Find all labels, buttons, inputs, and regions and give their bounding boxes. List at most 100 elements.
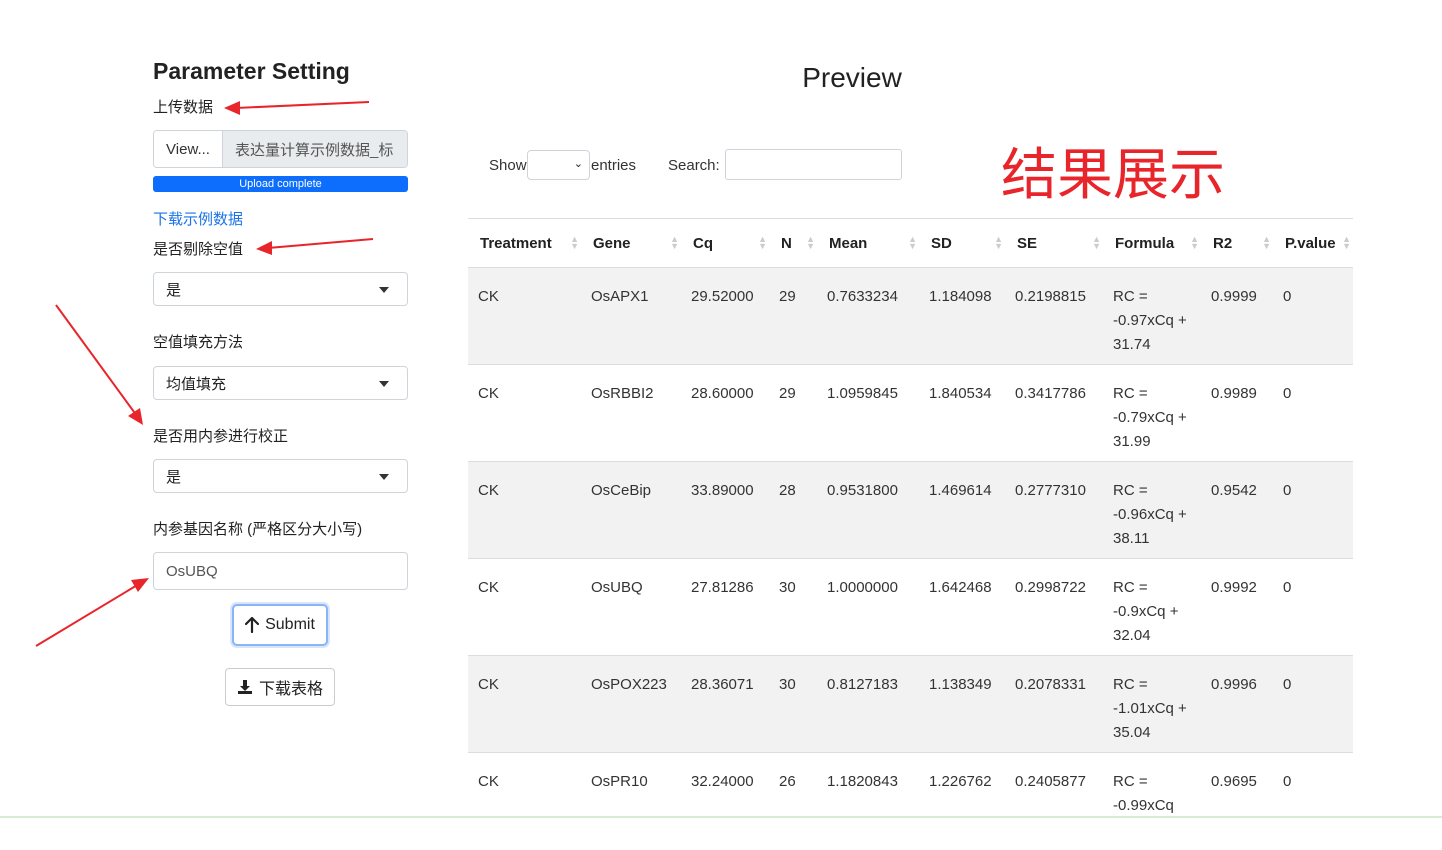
table-cell: 0.9996: [1201, 655, 1273, 753]
table-cell: CK: [468, 655, 581, 753]
chevron-down-icon: ⌄: [573, 158, 583, 170]
calibrate-label: 是否用内参进行校正: [153, 428, 289, 445]
table-cell: 1.184098: [919, 267, 1005, 365]
fill-method-select[interactable]: 均值填充: [153, 366, 408, 400]
show-label: Show: [489, 157, 527, 174]
remove-empty-select[interactable]: 是: [153, 272, 408, 306]
table-cell: 1.469614: [919, 461, 1005, 559]
ref-gene-label: 内参基因名称 (严格区分大小写): [153, 521, 363, 538]
sort-icon: ▲ ▼: [994, 234, 1003, 251]
table-cell: OsPOX223: [581, 655, 681, 753]
table-cell: 0.3417786: [1005, 364, 1103, 462]
table-cell: 0.2405877: [1005, 752, 1103, 850]
submit-button[interactable]: Submit: [232, 604, 328, 646]
caret-down-icon: [379, 287, 389, 293]
table-cell: 0: [1273, 461, 1353, 559]
table-row: CK OsAPX1 29.52000 29 0.7633234 1.184098…: [468, 267, 1353, 365]
column-header[interactable]: R2 ▲ ▼: [1201, 218, 1273, 268]
table-cell: 29: [769, 267, 817, 365]
table-cell: OsCeBip: [581, 461, 681, 559]
table-row: CK OsPOX223 28.36071 30 0.8127183 1.1383…: [468, 655, 1353, 753]
table-cell: 0: [1273, 752, 1353, 850]
table-cell: 0.9989: [1201, 364, 1273, 462]
table-row: CK OsCeBip 33.89000 28 0.9531800 1.46961…: [468, 461, 1353, 559]
upload-label: 上传数据: [153, 99, 214, 116]
table-cell: RC = -0.9xCq + 32.04: [1103, 558, 1201, 656]
submit-label: Submit: [265, 616, 315, 633]
sort-icon: ▲ ▼: [670, 234, 679, 251]
column-header[interactable]: Cq ▲ ▼: [681, 218, 769, 268]
entries-label: entries: [591, 157, 637, 174]
column-header[interactable]: Mean ▲ ▼: [817, 218, 919, 268]
column-header[interactable]: SD ▲ ▼: [919, 218, 1005, 268]
ref-gene-input[interactable]: OsUBQ: [153, 552, 408, 590]
remove-empty-value: 是: [166, 281, 182, 299]
search-label: Search:: [668, 157, 720, 174]
table-cell: 0.9999: [1201, 267, 1273, 365]
column-header[interactable]: Gene ▲ ▼: [581, 218, 681, 268]
table-cell: 0: [1273, 267, 1353, 365]
table-cell: 0.2777310: [1005, 461, 1103, 559]
table-cell: RC = -0.99xCq: [1103, 752, 1201, 850]
column-header[interactable]: P.value ▲ ▼: [1273, 218, 1353, 268]
column-header[interactable]: N ▲ ▼: [769, 218, 817, 268]
download-table-button[interactable]: 下载表格: [225, 668, 335, 706]
sidebar-title: Parameter Setting: [153, 58, 350, 84]
preview-title: Preview: [802, 62, 902, 93]
table-cell: OsUBQ: [581, 558, 681, 656]
table-cell: OsPR10: [581, 752, 681, 850]
results-table: Treatment ▲ ▼ Gene ▲ ▼ Cq ▲ ▼ N ▲ ▼ Mean ▲ ▼ SD ▲ ▼ …: [468, 218, 1353, 850]
column-header[interactable]: Treatment ▲ ▼: [468, 218, 581, 268]
table-cell: 1.226762: [919, 752, 1005, 850]
table-cell: 0: [1273, 364, 1353, 462]
table-cell: 0.9992: [1201, 558, 1273, 656]
sort-icon: ▲ ▼: [908, 234, 917, 251]
table-cell: CK: [468, 364, 581, 462]
table-cell: 33.89000: [681, 461, 769, 559]
table-cell: OsAPX1: [581, 267, 681, 365]
sort-icon: ▲ ▼: [1262, 234, 1271, 251]
table-cell: 28.60000: [681, 364, 769, 462]
table-cell: CK: [468, 752, 581, 850]
table-cell: 0.2078331: [1005, 655, 1103, 753]
table-row: CK OsPR10 32.24000 26 1.1820843 1.226762…: [468, 752, 1353, 850]
caret-down-icon: [379, 381, 389, 387]
table-cell: RC = -1.01xCq + 35.04: [1103, 655, 1201, 753]
calibrate-value: 是: [166, 468, 182, 486]
table-row: CK OsRBBI2 28.60000 29 1.0959845 1.84053…: [468, 364, 1353, 462]
table-cell: 0.9542: [1201, 461, 1273, 559]
download-icon: [237, 679, 253, 695]
table-cell: RC = -0.96xCq + 38.11: [1103, 461, 1201, 559]
table-cell: CK: [468, 267, 581, 365]
table-cell: CK: [468, 461, 581, 559]
search-input[interactable]: [725, 149, 902, 180]
file-upload-field[interactable]: View... 表达量计算示例数据_标: [153, 130, 408, 168]
table-row: CK OsUBQ 27.81286 30 1.0000000 1.642468 …: [468, 558, 1353, 656]
table-cell: 0.8127183: [817, 655, 919, 753]
table-cell: 0.7633234: [817, 267, 919, 365]
download-sample-link[interactable]: 下载示例数据: [153, 208, 243, 229]
fill-method-value: 均值填充: [166, 375, 227, 393]
table-cell: 29.52000: [681, 267, 769, 365]
table-cell: 0.9695: [1201, 752, 1273, 850]
table-cell: 28: [769, 461, 817, 559]
browse-button[interactable]: View...: [154, 131, 223, 167]
column-header[interactable]: Formula ▲ ▼: [1103, 218, 1201, 268]
caret-down-icon: [379, 474, 389, 480]
table-cell: 0: [1273, 655, 1353, 753]
table-cell: 27.81286: [681, 558, 769, 656]
table-cell: CK: [468, 558, 581, 656]
sort-icon: ▲ ▼: [1190, 234, 1199, 251]
column-header[interactable]: SE ▲ ▼: [1005, 218, 1103, 268]
sort-icon: ▲ ▼: [1092, 234, 1101, 251]
arrow-up-icon: [245, 617, 260, 633]
table-cell: 0.9531800: [817, 461, 919, 559]
calibrate-select[interactable]: 是: [153, 459, 408, 493]
table-cell: RC = -0.79xCq + 31.99: [1103, 364, 1201, 462]
download-label: 下载表格: [258, 681, 323, 698]
table-header-row: Treatment ▲ ▼ Gene ▲ ▼ Cq ▲ ▼ N ▲ ▼ Mean ▲ ▼ SD ▲ ▼ …: [468, 218, 1353, 268]
entries-select[interactable]: ⌄: [527, 150, 590, 180]
table-cell: 1.1820843: [817, 752, 919, 850]
upload-progress-bar: Upload complete: [153, 176, 408, 192]
table-cell: 1.138349: [919, 655, 1005, 753]
